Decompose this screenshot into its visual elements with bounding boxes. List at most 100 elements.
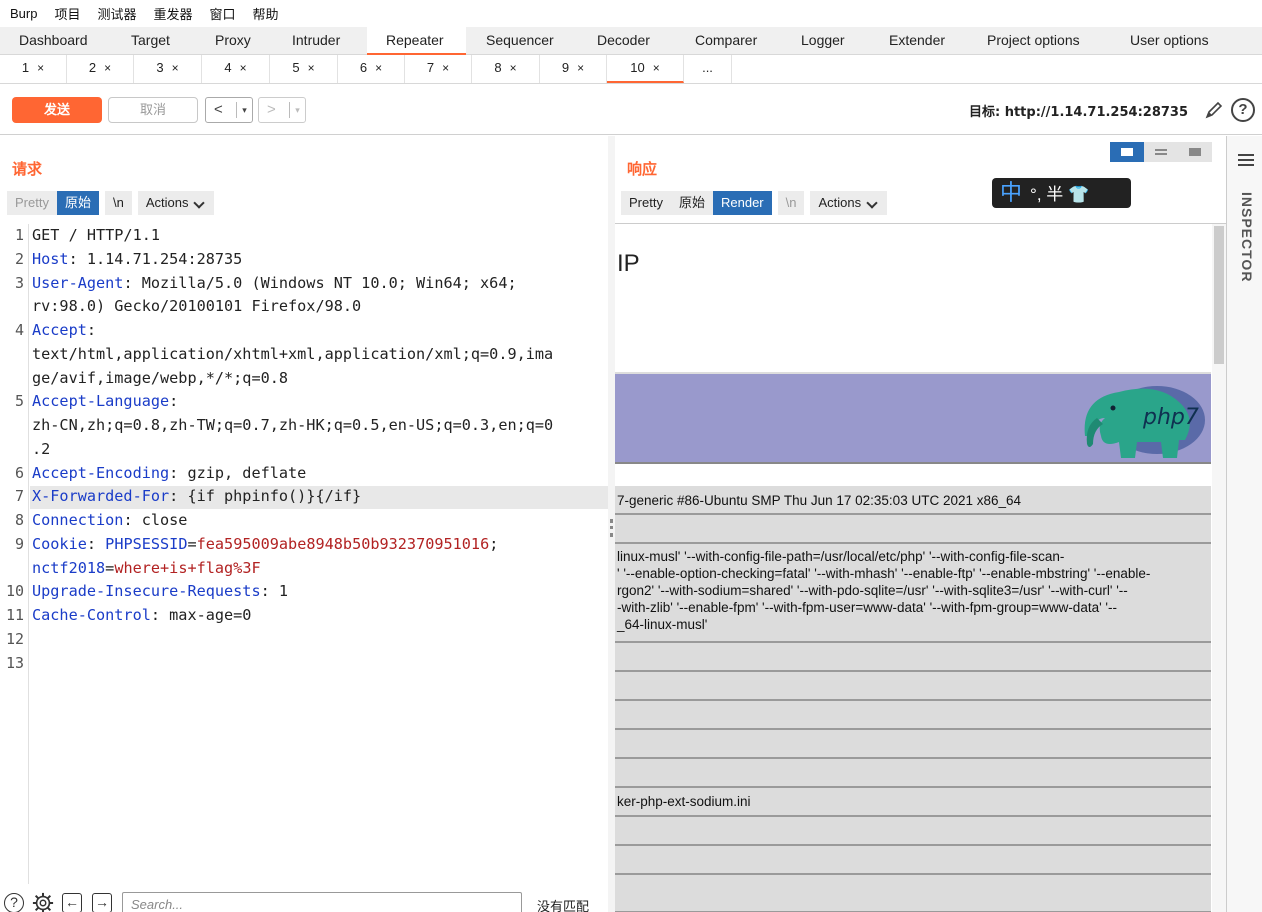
menu-repeater[interactable]: 重发器 — [154, 4, 193, 23]
header-name: Accept-Language — [32, 392, 170, 410]
phpinfo-row — [615, 515, 1211, 544]
actions-menu[interactable]: Actions — [810, 191, 888, 215]
scrollbar-thumb[interactable] — [1214, 226, 1224, 364]
close-icon[interactable]: × — [375, 61, 382, 75]
cookie-name: PHPSESSID — [105, 535, 188, 553]
forward-button[interactable]: > ▾ — [258, 97, 306, 123]
pretty-tab[interactable]: Pretty — [621, 191, 671, 215]
inspector-tab[interactable]: INSPECTOR — [1235, 192, 1255, 282]
close-icon[interactable]: × — [240, 61, 247, 75]
repeater-toolbar: 发送 取消 < ▾ > ▾ 目标: http://1.14.71.254:28735… — [0, 85, 1262, 135]
tab-extender[interactable]: Extender — [889, 27, 945, 55]
raw-tab[interactable]: 原始 — [670, 191, 713, 215]
repeater-tab[interactable]: 3 × — [134, 55, 202, 83]
tab-intruder[interactable]: Intruder — [292, 27, 340, 55]
menu-icon[interactable] — [1238, 154, 1254, 166]
pane-splitter[interactable] — [608, 136, 615, 912]
tab-target[interactable]: Target — [131, 27, 170, 55]
edit-pencil-icon[interactable] — [1203, 99, 1225, 121]
header-line-x-forwarded-for: X-Forwarded-For: {if phpinfo()}{/if} — [32, 487, 606, 505]
shirt-icon[interactable]: 👕 — [1068, 185, 1089, 204]
help-icon[interactable]: ? — [4, 893, 24, 912]
close-icon[interactable]: × — [653, 61, 660, 75]
splitter-grip-icon[interactable] — [610, 519, 613, 537]
repeater-tab[interactable]: 1 × — [0, 55, 67, 83]
header-line-connection: Connection: close — [32, 511, 606, 529]
newline-toggle[interactable]: \n — [104, 191, 132, 215]
menu-window[interactable]: 窗口 — [210, 4, 236, 23]
ime-punct-indicator[interactable]: °, — [1030, 185, 1042, 204]
tab-user-options[interactable]: User options — [1130, 27, 1209, 55]
chevron-left-icon: < — [214, 101, 223, 118]
line-number: 9 — [14, 535, 24, 553]
dropdown-arrow-icon[interactable]: ▾ — [289, 102, 305, 118]
close-icon[interactable]: × — [172, 61, 179, 75]
request-editor[interactable]: 1 2 3 4 5 6 7 8 9 10 11 12 13 GET / HTTP… — [0, 224, 608, 884]
tab-repeater[interactable]: Repeater — [367, 27, 466, 55]
phpinfo-row — [615, 672, 1211, 701]
repeater-tab[interactable]: 2 × — [67, 55, 134, 83]
raw-tab[interactable]: 原始 — [56, 191, 99, 215]
line-number: 1 — [14, 226, 24, 244]
dropdown-arrow-icon[interactable]: ▾ — [236, 102, 252, 118]
tab-proxy[interactable]: Proxy — [215, 27, 251, 55]
close-icon[interactable]: × — [442, 61, 449, 75]
rendered-response[interactable]: IP php7 7-generic #86-Ubuntu SMP Thu Jun… — [615, 223, 1226, 912]
layout-tabs-icon[interactable] — [1178, 142, 1212, 162]
repeater-tab[interactable]: 7 × — [405, 55, 472, 83]
arrow-right-icon[interactable]: → — [92, 893, 112, 912]
line-number: 2 — [14, 250, 24, 268]
cancel-button[interactable]: 取消 — [108, 97, 198, 123]
tab-sequencer[interactable]: Sequencer — [486, 27, 554, 55]
repeater-tab[interactable]: 9 × — [540, 55, 607, 83]
help-icon[interactable]: ? — [1231, 98, 1255, 122]
ime-width-indicator[interactable]: 半 — [1046, 185, 1063, 204]
menu-burp[interactable]: Burp — [10, 6, 37, 21]
more-tabs-button[interactable]: ... — [684, 55, 732, 83]
line-number: 5 — [14, 392, 24, 410]
ime-status-bar[interactable]: 中 °, 半 👕 — [992, 178, 1131, 208]
ime-mode-indicator[interactable]: 中 — [1000, 180, 1022, 205]
back-button[interactable]: < ▾ — [205, 97, 253, 123]
layout-side-by-side-icon[interactable] — [1110, 142, 1144, 162]
main-tabs: Dashboard Target Proxy Intruder Repeater… — [0, 27, 1262, 55]
close-icon[interactable]: × — [37, 61, 44, 75]
tab-decoder[interactable]: Decoder — [597, 27, 650, 55]
menu-help[interactable]: 帮助 — [253, 4, 279, 23]
newline-toggle[interactable]: \n — [777, 191, 805, 215]
close-icon[interactable]: × — [308, 61, 315, 75]
repeater-tab[interactable]: 6 × — [338, 55, 405, 83]
phpinfo-row — [615, 875, 1211, 912]
header-line-accept-language: Accept-Language: — [32, 392, 606, 410]
repeater-tab[interactable]: 8 × — [472, 55, 540, 83]
tab-project-options[interactable]: Project options — [987, 27, 1080, 55]
render-tab[interactable]: Render — [712, 191, 772, 215]
pretty-tab[interactable]: Pretty — [7, 191, 57, 215]
close-icon[interactable]: × — [104, 61, 111, 75]
repeater-tab-active[interactable]: 10 × — [607, 55, 684, 83]
render-scrollbar[interactable] — [1212, 224, 1226, 912]
target-label[interactable]: 目标: http://1.14.71.254:28735 — [969, 101, 1188, 120]
arrow-left-icon[interactable]: ← — [62, 893, 82, 912]
tab-logger[interactable]: Logger — [801, 27, 845, 55]
close-icon[interactable]: × — [510, 61, 517, 75]
tab-comparer[interactable]: Comparer — [695, 27, 757, 55]
header-name: Cache-Control — [32, 606, 151, 624]
repeater-tab[interactable]: 4 × — [202, 55, 270, 83]
line-number: 7 — [14, 487, 24, 505]
response-pane: 响应 Pretty 原始 Render \n Actions 中 °, 半 👕 I… — [615, 136, 1226, 912]
actions-menu[interactable]: Actions — [137, 191, 215, 215]
repeater-tab[interactable]: 5 × — [270, 55, 338, 83]
search-input[interactable]: Search... — [122, 892, 522, 912]
cookie-value: fea595009abe8948b50b932370951016 — [196, 535, 490, 553]
send-button[interactable]: 发送 — [12, 97, 102, 123]
layout-top-bottom-icon[interactable] — [1144, 142, 1178, 162]
header-value: : {if phpinfo()}{/if} — [169, 487, 362, 505]
settings-gear-icon[interactable] — [31, 892, 55, 912]
menu-intruder[interactable]: 测试器 — [97, 4, 136, 23]
close-icon[interactable]: × — [577, 61, 584, 75]
php-logo-text: php7 — [1142, 405, 1199, 430]
tab-dashboard[interactable]: Dashboard — [19, 27, 88, 55]
menu-project[interactable]: 项目 — [54, 4, 80, 23]
header-name: Host — [32, 250, 69, 268]
